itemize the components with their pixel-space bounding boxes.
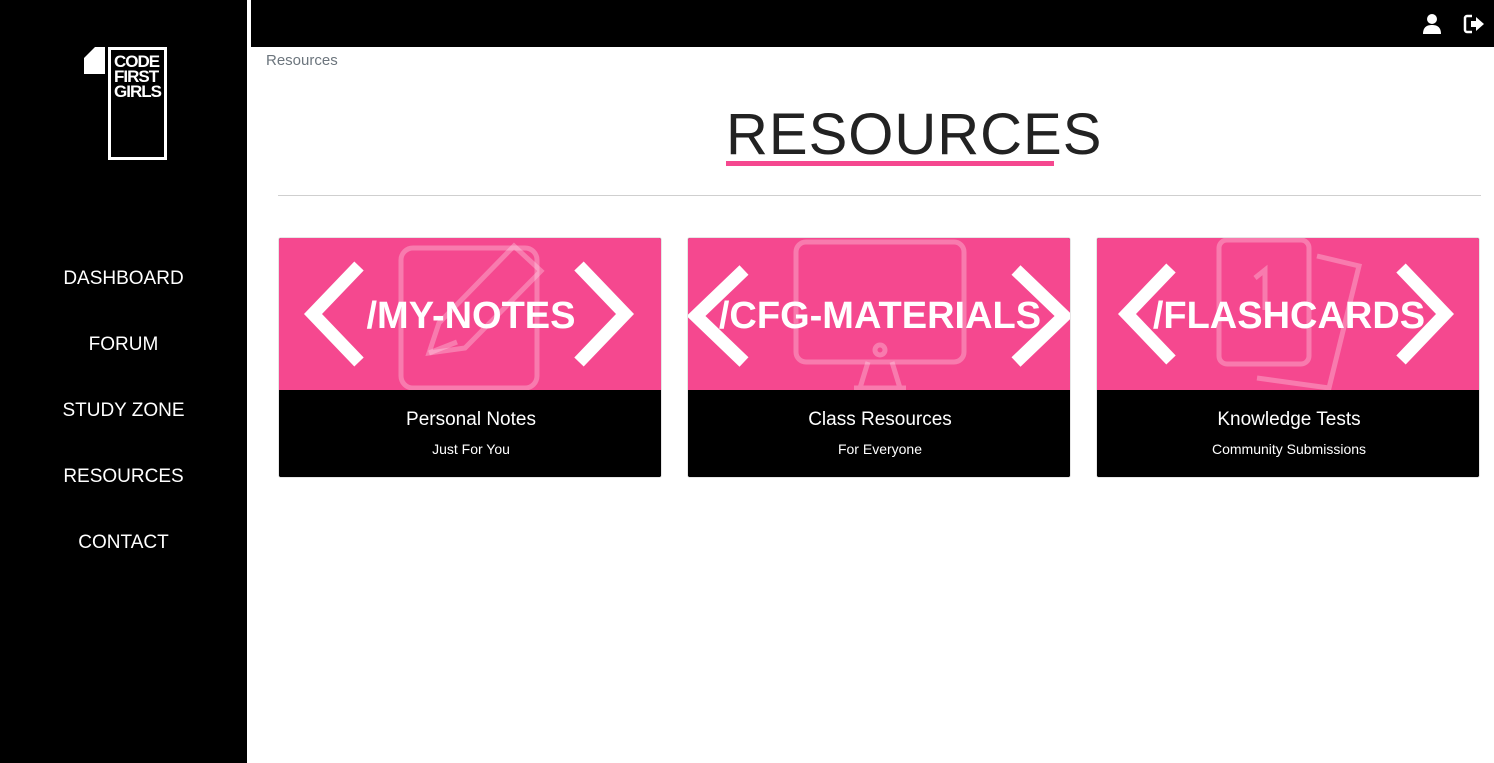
card-footer: Class Resources For Everyone (688, 390, 1070, 477)
card-flashcards[interactable]: /FLASHCARDS Knowledge Tests Community Su… (1096, 237, 1480, 478)
card-title: Class Resources (808, 409, 952, 430)
sidebar-item-contact[interactable]: CONTACT (0, 526, 247, 592)
card-banner: /FLASHCARDS (1097, 238, 1479, 390)
card-footer: Knowledge Tests Community Submissions (1097, 390, 1479, 477)
logout-icon[interactable] (1463, 13, 1485, 35)
card-footer: Personal Notes Just For You (279, 390, 661, 477)
sidebar-divider (247, 0, 251, 763)
user-icon[interactable] (1421, 13, 1443, 35)
page-title: RESOURCES (726, 102, 1103, 167)
logo-text: CODE FIRST GIRLS (114, 53, 166, 101)
title-underline (726, 161, 1054, 166)
top-bar (251, 0, 1494, 47)
card-code-label: /CFG-MATERIALS (718, 295, 1042, 337)
card-subtitle: For Everyone (837, 441, 923, 457)
section-divider (278, 195, 1481, 196)
card-code-label: /MY-NOTES (366, 295, 576, 337)
card-banner: /CFG-MATERIALS (688, 238, 1070, 390)
logo-one-icon (84, 47, 105, 74)
logo-line-girls: GIRLS (114, 82, 162, 101)
sidebar-item-study-zone[interactable]: STUDY ZONE (0, 394, 247, 460)
code-first-girls-logo[interactable]: CODE FIRST GIRLS (84, 47, 168, 161)
card-title: Knowledge Tests (1217, 409, 1361, 430)
card-code-label: /FLASHCARDS (1152, 295, 1426, 337)
card-banner: /MY-NOTES (279, 238, 661, 390)
card-subtitle: Community Submissions (1211, 441, 1367, 457)
sidebar-item-dashboard[interactable]: DASHBOARD (0, 262, 247, 328)
breadcrumb[interactable]: Resources (266, 52, 338, 69)
card-subtitle: Just For You (432, 441, 510, 457)
sidebar: CODE FIRST GIRLS DASHBOARD FORUM STUDY Z… (0, 0, 247, 763)
card-my-notes[interactable]: /MY-NOTES Personal Notes Just For You (278, 237, 662, 478)
card-title: Personal Notes (406, 409, 536, 430)
sidebar-item-resources[interactable]: RESOURCES (0, 460, 247, 526)
sidebar-nav: DASHBOARD FORUM STUDY ZONE RESOURCES CON… (0, 262, 247, 592)
sidebar-item-forum[interactable]: FORUM (0, 328, 247, 394)
card-cfg-materials[interactable]: /CFG-MATERIALS Class Resources For Every… (687, 237, 1071, 478)
